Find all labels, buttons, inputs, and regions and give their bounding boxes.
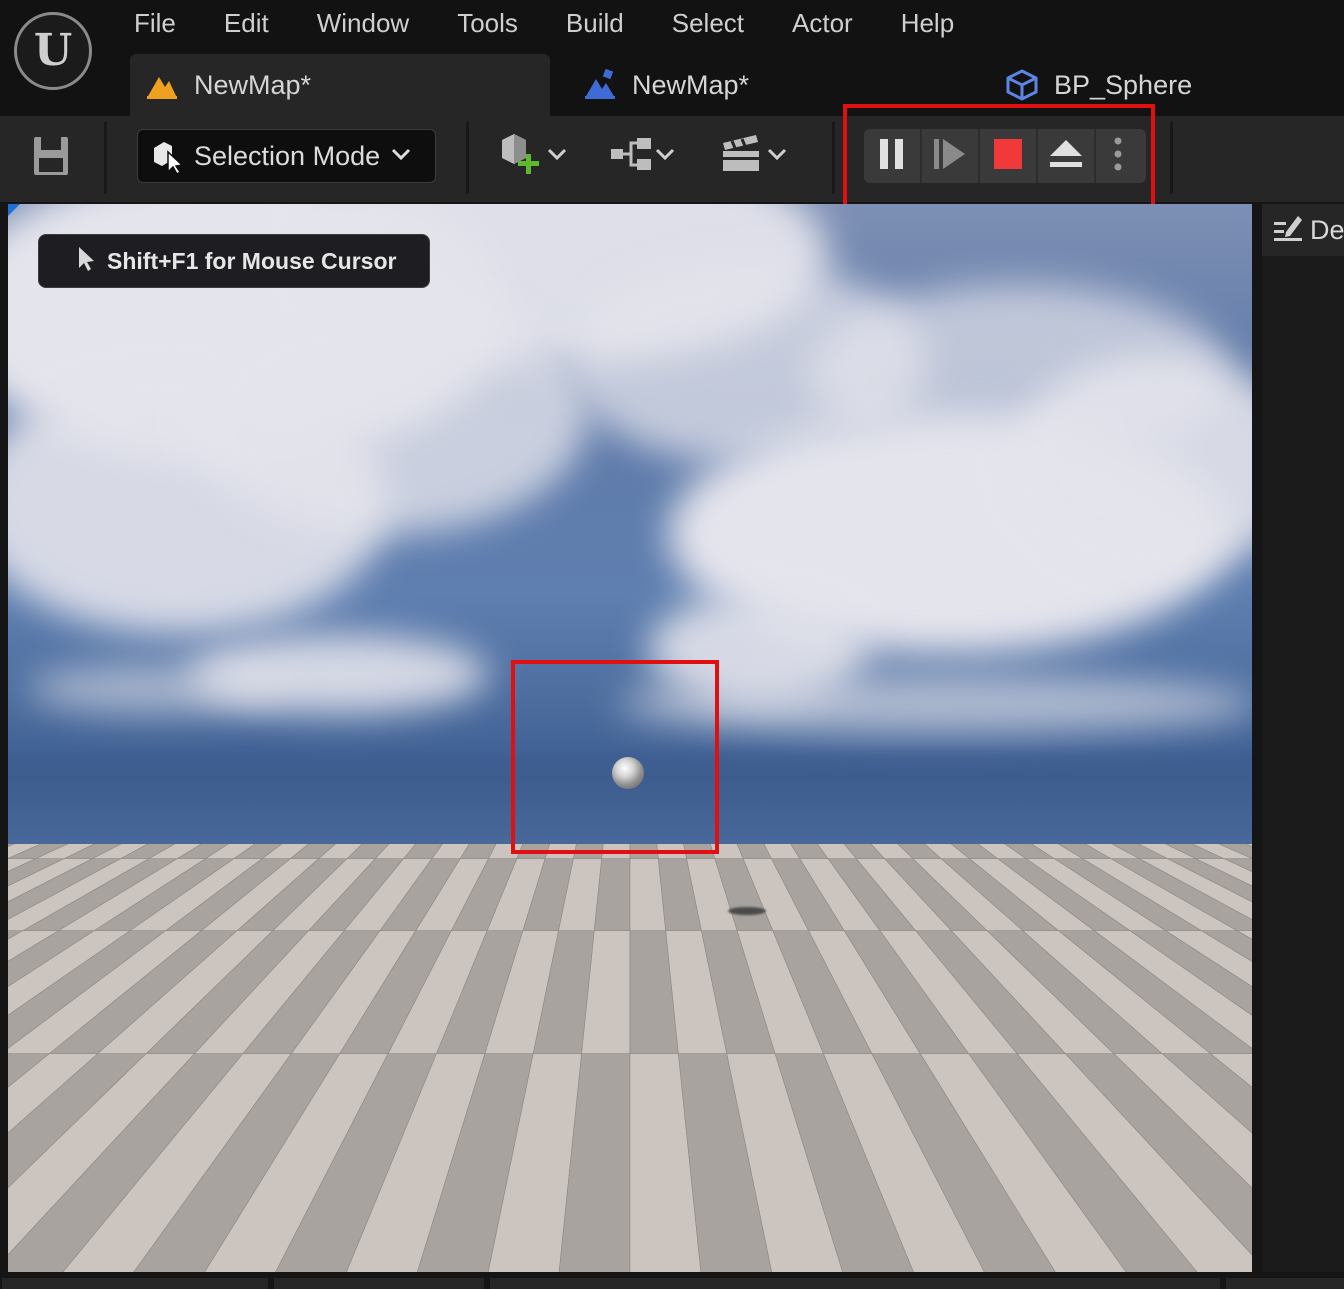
menu-edit[interactable]: Edit (200, 0, 293, 48)
tab-label: NewMap* (632, 69, 750, 100)
menu-select[interactable]: Select (648, 0, 768, 48)
logo-glyph: U (33, 25, 73, 76)
checkered-floor (8, 639, 1252, 1272)
menu-help[interactable]: Help (877, 0, 978, 48)
floor-grid (8, 639, 1252, 1272)
toolbar-divider (1170, 122, 1173, 194)
details-edit-icon (1272, 212, 1304, 249)
toolbar-divider (832, 122, 835, 194)
details-tab-label: De (1310, 214, 1344, 245)
toolbar-divider (466, 122, 469, 194)
tab-label: BP_Sphere (1054, 69, 1193, 100)
menu-build[interactable]: Build (542, 0, 648, 48)
chevron-down-icon (654, 147, 676, 166)
cinematics-button[interactable] (720, 134, 788, 178)
menu-window[interactable]: Window (293, 0, 433, 48)
tab-label: NewMap* (194, 69, 312, 100)
details-panel: De (1262, 204, 1344, 1272)
add-actor-icon (498, 132, 546, 181)
tab-newmap-active[interactable]: NewMap* (130, 54, 550, 116)
bottom-segment (490, 1278, 1220, 1289)
blueprint-graph-icon (608, 134, 654, 179)
menu-tools[interactable]: Tools (433, 0, 542, 48)
cursor-icon (77, 246, 97, 277)
sphere-shadow (728, 907, 766, 915)
bottom-segment (2, 1278, 268, 1289)
menu-actor[interactable]: Actor (768, 0, 877, 48)
selection-mode-dropdown[interactable]: Selection Mode (137, 129, 436, 183)
bottom-segment (1226, 1278, 1344, 1289)
cloud (188, 294, 588, 534)
unreal-engine-logo-icon[interactable]: U (14, 12, 92, 90)
blueprints-button[interactable] (608, 134, 676, 178)
toolbar-divider (104, 122, 107, 194)
menu-file[interactable]: File (110, 0, 200, 48)
chevron-down-icon (390, 147, 412, 166)
level-map-icon (144, 67, 180, 103)
highlight-box-sphere (511, 660, 719, 854)
menu-bar: File Edit Window Tools Build Select Acto… (110, 0, 978, 48)
blueprint-icon (1004, 67, 1040, 103)
viewport-corner-marker (8, 204, 20, 216)
chevron-down-icon (546, 147, 568, 166)
add-actor-button[interactable] (498, 132, 568, 181)
level-map-blue-icon (582, 67, 618, 103)
details-tab[interactable]: De (1262, 204, 1344, 256)
selection-mode-icon (150, 138, 186, 176)
clapperboard-icon (720, 133, 766, 180)
tab-newmap-secondary[interactable]: NewMap* (568, 54, 848, 116)
mouse-cursor-hint: Shift+F1 for Mouse Cursor (38, 234, 430, 288)
chevron-down-icon (766, 147, 788, 166)
bottom-segment (274, 1278, 484, 1289)
selection-mode-label: Selection Mode (194, 140, 381, 171)
cloud (28, 664, 288, 714)
cursor-hint-label: Shift+F1 for Mouse Cursor (107, 247, 397, 274)
save-icon[interactable] (26, 133, 76, 179)
